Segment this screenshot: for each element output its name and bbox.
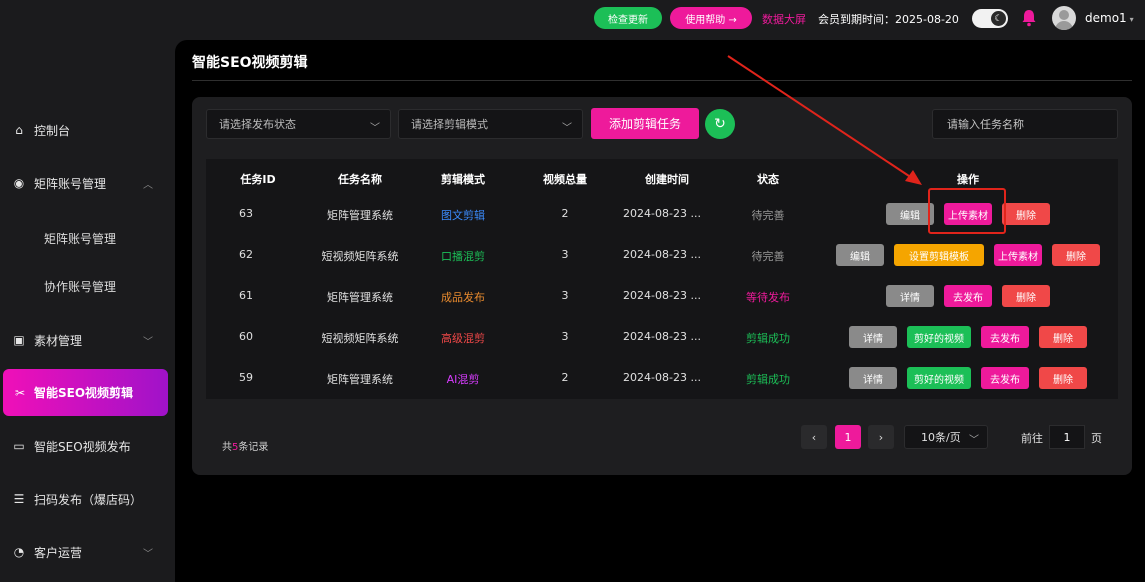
goto-page-input[interactable] [1049, 425, 1085, 449]
chevron-down-icon: ﹀ [969, 435, 979, 446]
page-button-current[interactable]: 1 [835, 425, 861, 449]
next-page-button[interactable]: › [868, 425, 894, 449]
goto-label: 前往 [1021, 432, 1043, 445]
page-unit-label: 页 [1091, 432, 1102, 445]
total-records: 共5条记录 [222, 438, 268, 453]
total-prefix: 共 [222, 442, 232, 453]
annotation-arrow [727, 55, 922, 185]
page-size-label: 10条/页 [921, 431, 961, 444]
page-size-select[interactable]: 10条/页 ﹀ [904, 425, 988, 449]
prev-page-button[interactable]: ‹ [801, 425, 827, 449]
total-suffix: 条记录 [238, 442, 269, 453]
